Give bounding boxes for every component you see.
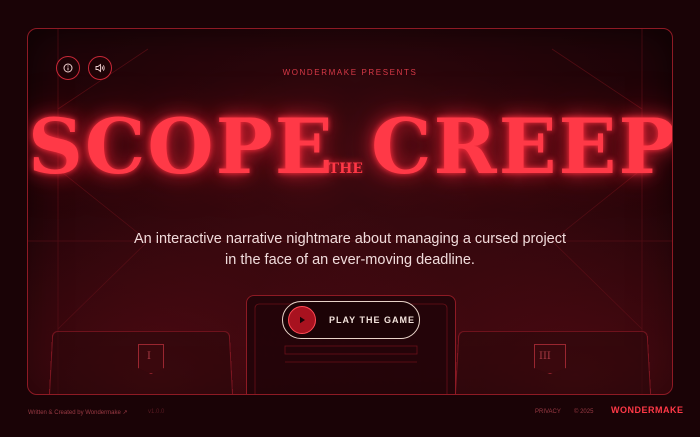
tagline-line-1: An interactive narrative nightmare about… <box>133 231 567 247</box>
title-word-creep: CREEP <box>370 102 673 191</box>
version-label: v1.0.0 <box>148 409 165 415</box>
title-word-scope: SCOPE <box>28 102 335 191</box>
presenter-label: WONDERMAKE PRESENTS <box>282 68 418 77</box>
brand-logo[interactable]: WONDERMAKE <box>611 405 684 415</box>
privacy-link[interactable]: PRIVACY <box>535 409 561 415</box>
play-button[interactable]: PLAY THE GAME <box>282 301 420 339</box>
chapter-numeral-left: I <box>147 351 151 362</box>
tagline-line-2: in the face of an ever-moving deadline. <box>225 252 475 268</box>
chapter-numeral-right: III <box>539 351 551 362</box>
game-title: SCOPETHE CREEP <box>28 109 672 185</box>
credit-text: Written & Created by Wondermake <box>28 410 121 416</box>
title-word-the: THE <box>328 160 363 177</box>
tagline: An interactive narrative nightmare about… <box>28 229 672 271</box>
play-icon <box>288 306 316 334</box>
game-frame: I III WONDERMAKE PRESENTS SCOPETHE CREEP… <box>27 28 673 395</box>
play-button-label: PLAY THE GAME <box>329 315 416 325</box>
chapter-banner-left <box>138 344 164 374</box>
credit-link[interactable]: Written & Created by Wondermake ↗ <box>28 409 128 416</box>
copyright: © 2025 <box>574 409 594 415</box>
external-link-icon: ↗ <box>122 410 128 416</box>
